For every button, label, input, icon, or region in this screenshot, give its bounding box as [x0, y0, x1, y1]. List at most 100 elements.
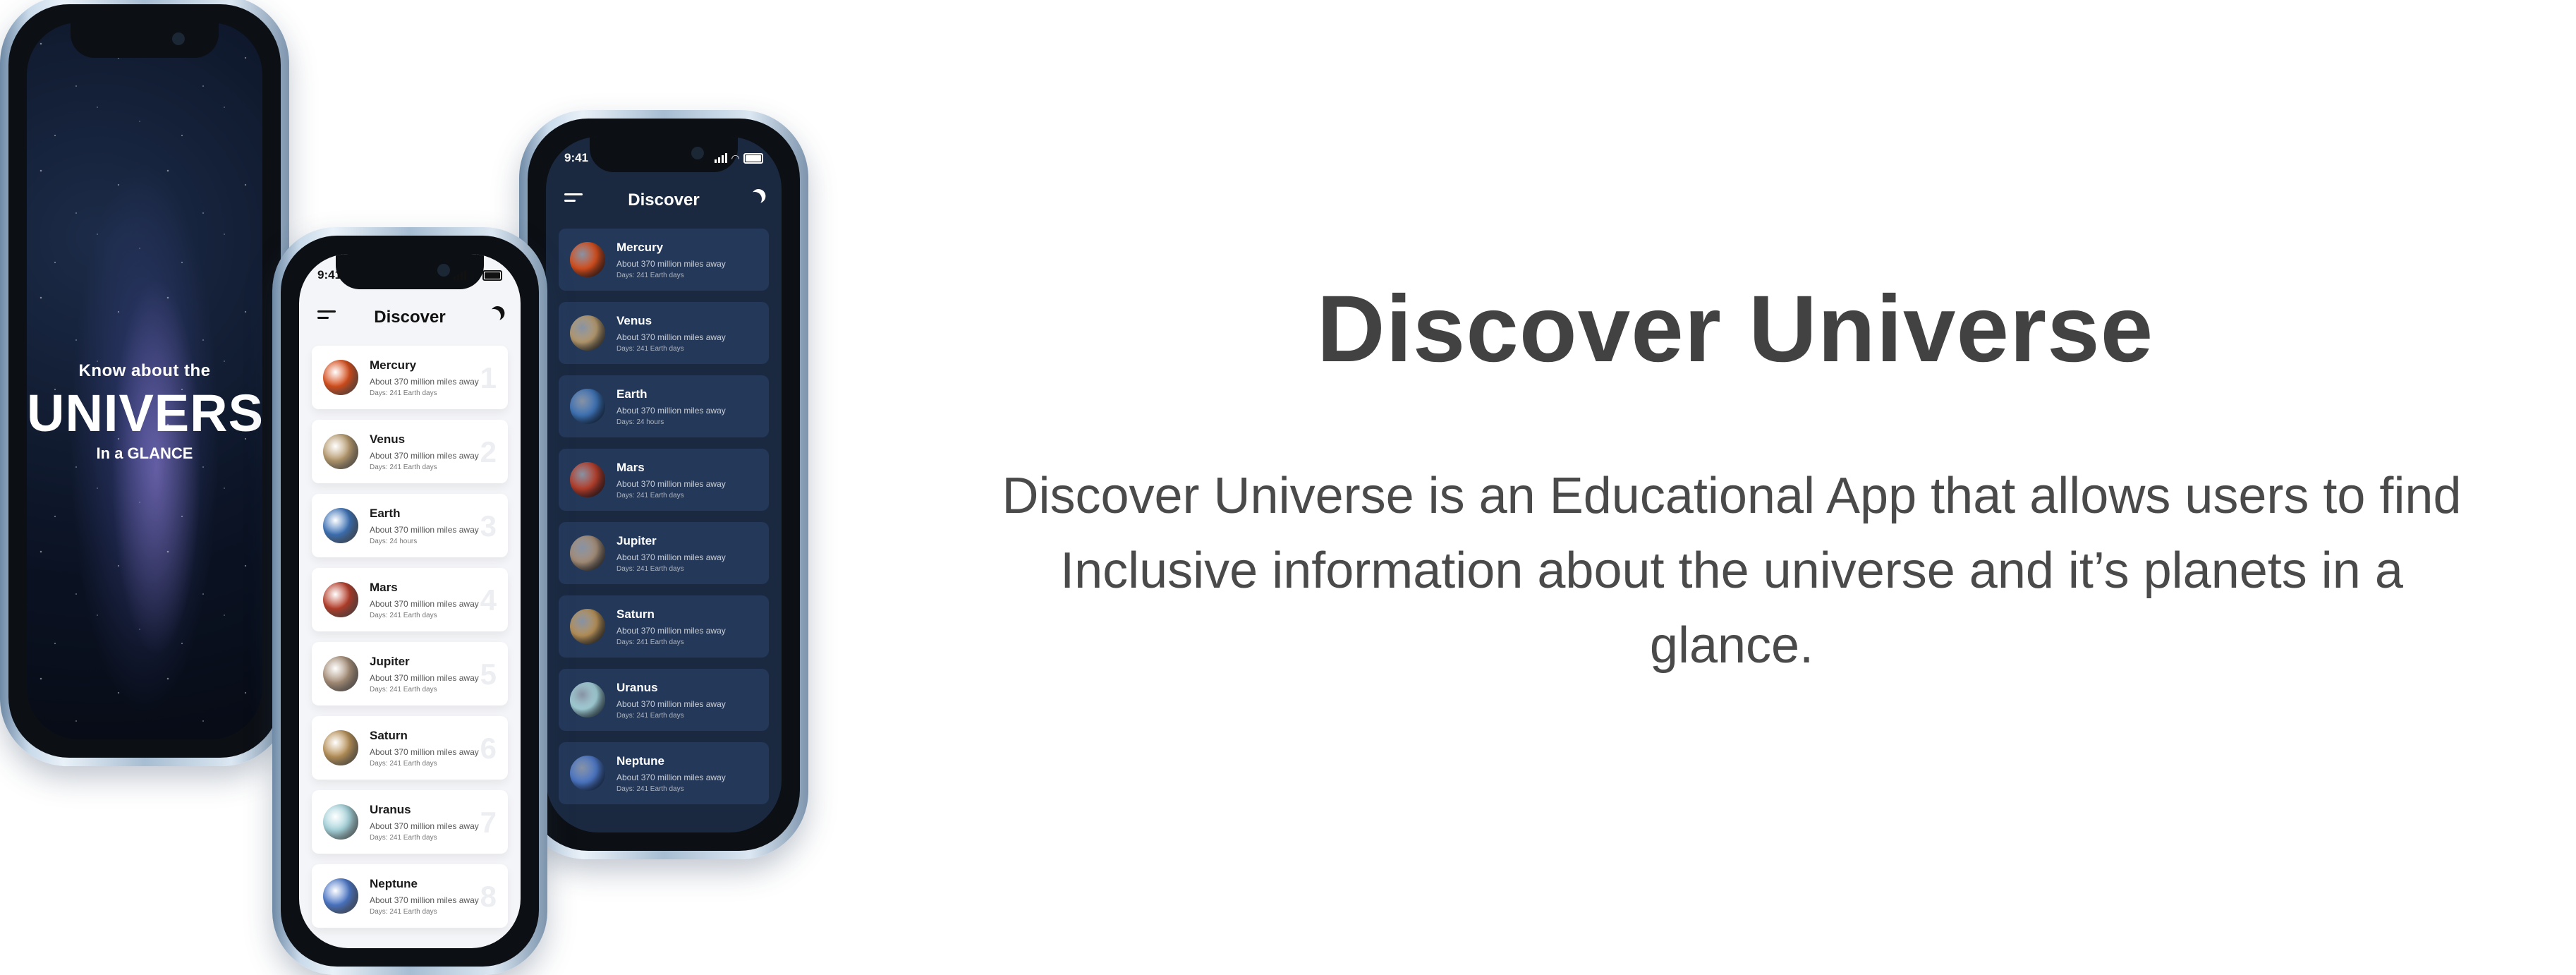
planet-card-saturn[interactable]: Saturn About 370 million miles away Days: …: [559, 595, 769, 658]
planet-distance: About 370 million miles away: [616, 772, 726, 782]
planet-name: Neptune: [370, 876, 418, 890]
planet-info: Uranus About 370 million miles away Days: …: [616, 681, 726, 720]
planet-list: Mercury About 370 million miles away Days:…: [559, 229, 769, 816]
planet-mercury-icon: [323, 360, 358, 395]
planet-venus-icon: [323, 434, 358, 469]
planet-distance: About 370 million miles away: [616, 332, 726, 342]
wifi-icon: ◠: [731, 152, 739, 164]
planet-days: Days: 241 Earth days: [616, 271, 684, 279]
planet-info: Earth About 370 million miles away Days: 2…: [616, 387, 726, 426]
planet-card-mars[interactable]: Mars About 370 million miles away Days: 24…: [559, 449, 769, 511]
planet-neptune-icon: [323, 878, 358, 914]
planet-distance: About 370 million miles away: [370, 820, 479, 831]
planet-days: Days: 241 Earth days: [370, 907, 437, 916]
planet-earth-icon: [323, 508, 358, 543]
planet-mars-icon: [570, 462, 605, 497]
planet-distance: About 370 million miles away: [370, 672, 479, 683]
planet-name: Earth: [370, 506, 401, 520]
cellular-signal-icon: [715, 153, 728, 163]
planet-info: Venus About 370 million miles away Days: 2…: [370, 432, 479, 471]
planet-card-jupiter[interactable]: Jupiter About 370 million miles away Days:…: [559, 522, 769, 584]
phone-bezel: Know about the UNIVERSE In a GLANCE: [8, 4, 281, 758]
planet-info: Neptune About 370 million miles away Days:…: [616, 754, 726, 793]
planet-card-mars[interactable]: Mars About 370 million miles away Days: 24…: [312, 568, 508, 631]
planet-card-saturn[interactable]: Saturn About 370 million miles away Days: …: [312, 716, 508, 780]
planet-card-mercury[interactable]: Mercury About 370 million miles away Days:…: [559, 229, 769, 291]
planet-name: Earth: [616, 387, 648, 401]
planet-card-venus[interactable]: Venus About 370 million miles away Days: 2…: [312, 420, 508, 483]
phone-dark-mockup: 9:41 ◠ Discover Mercury About 370 million…: [519, 110, 808, 859]
planet-distance: About 370 million miles away: [616, 698, 726, 709]
planet-distance: About 370 million miles away: [370, 598, 479, 609]
planet-name: Mars: [616, 460, 645, 474]
planet-days: Days: 241 Earth days: [616, 638, 684, 646]
planet-earth-icon: [570, 389, 605, 424]
planet-mars-icon: [323, 582, 358, 617]
planet-days: Days: 241 Earth days: [370, 389, 437, 397]
planet-name: Mercury: [616, 240, 664, 254]
moon-icon[interactable]: [746, 190, 763, 207]
phone-splash-mockup: Know about the UNIVERSE In a GLANCE: [0, 0, 289, 766]
hamburger-menu-icon[interactable]: [564, 193, 584, 206]
planet-card-mercury[interactable]: Mercury About 370 million miles away Days:…: [312, 346, 508, 409]
battery-icon: [743, 152, 763, 164]
planet-name: Uranus: [370, 802, 411, 816]
splash-tagline-bottom: In a GLANCE: [96, 444, 193, 462]
planet-index-number: 2: [480, 435, 497, 468]
hamburger-menu-icon[interactable]: [317, 310, 337, 323]
planet-card-venus[interactable]: Venus About 370 million miles away Days: 2…: [559, 302, 769, 364]
planet-saturn-icon: [570, 609, 605, 644]
status-time: 9:41: [564, 151, 589, 164]
page-title: Discover: [374, 308, 446, 327]
planet-days: Days: 241 Earth days: [370, 463, 437, 471]
planet-card-jupiter[interactable]: Jupiter About 370 million miles away Days:…: [312, 642, 508, 705]
planet-name: Mercury: [370, 358, 417, 372]
splash-tagline-top: Know about the: [78, 361, 211, 380]
splash-tagline-main: UNIVERSE: [27, 384, 262, 442]
planet-info: Earth About 370 million miles away Days: 2…: [370, 507, 479, 545]
hero-title: Discover Universe: [1316, 277, 2154, 382]
planet-index-number: 1: [480, 361, 497, 394]
planet-days: Days: 241 Earth days: [370, 611, 437, 619]
planet-card-neptune[interactable]: Neptune About 370 million miles away Days:…: [312, 864, 508, 928]
planet-index-number: 3: [480, 509, 497, 543]
moon-icon[interactable]: [485, 308, 502, 324]
planet-days: Days: 241 Earth days: [616, 785, 684, 793]
planet-distance: About 370 million miles away: [616, 478, 726, 489]
planet-name: Neptune: [616, 753, 664, 768]
planet-name: Saturn: [370, 728, 408, 742]
planet-index-number: 5: [480, 658, 497, 691]
planet-name: Saturn: [616, 607, 655, 621]
planet-index-number: 8: [480, 880, 497, 913]
status-bar: 9:41 ◠: [317, 261, 502, 289]
planet-distance: About 370 million miles away: [370, 895, 479, 905]
status-bar: 9:41 ◠: [564, 144, 763, 172]
hero-description: Discover Universe is an Educational App …: [885, 459, 2576, 683]
planet-index-number: 6: [480, 732, 497, 765]
planet-name: Mars: [370, 580, 398, 594]
planet-name: Venus: [616, 313, 652, 327]
planet-card-uranus[interactable]: Uranus About 370 million miles away Days: …: [312, 790, 508, 854]
planet-days: Days: 241 Earth days: [370, 833, 437, 842]
discover-screen-light: 9:41 ◠ Discover Mercury About 370 million…: [299, 254, 521, 948]
planet-distance: About 370 million miles away: [370, 524, 479, 535]
hero-description-line: Discover Universe is an Educational App …: [1002, 468, 2462, 524]
planet-uranus-icon: [323, 804, 358, 840]
planet-info: Jupiter About 370 million miles away Days:…: [616, 534, 726, 573]
planet-days: Days: 241 Earth days: [616, 711, 684, 720]
splash-tagline: Know about the UNIVERSE In a GLANCE: [27, 361, 262, 463]
planet-card-uranus[interactable]: Uranus About 370 million miles away Days: …: [559, 669, 769, 731]
planet-days: Days: 241 Earth days: [370, 685, 437, 694]
planet-card-neptune[interactable]: Neptune About 370 million miles away Days:…: [559, 742, 769, 804]
hero-description-line: glance.: [1649, 617, 1814, 674]
app-header: Discover: [546, 178, 782, 223]
planet-index-number: 4: [480, 583, 497, 617]
planet-days: Days: 241 Earth days: [616, 564, 684, 573]
planet-card-earth[interactable]: Earth About 370 million miles away Days: 2…: [312, 494, 508, 557]
planet-saturn-icon: [323, 730, 358, 765]
status-time: 9:41: [317, 268, 342, 281]
planet-venus-icon: [570, 315, 605, 351]
planet-card-earth[interactable]: Earth About 370 million miles away Days: 2…: [559, 375, 769, 437]
planet-uranus-icon: [570, 682, 605, 717]
planet-name: Jupiter: [370, 654, 410, 668]
